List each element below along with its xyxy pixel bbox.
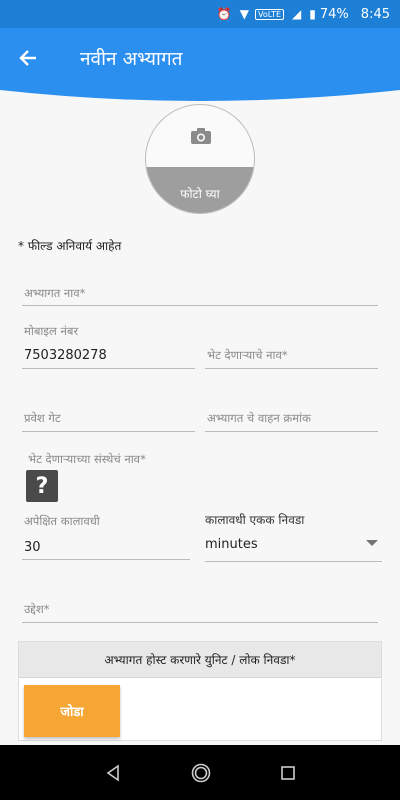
host-name-label: भेट देणाऱ्याचे नाव* — [207, 348, 288, 362]
back-arrow-icon[interactable] — [0, 28, 56, 88]
visitor-name-field[interactable]: अभ्यागत नाव* — [22, 282, 378, 306]
duration-unit-value: minutes — [205, 537, 258, 552]
page-title: नवीन अभ्यागत — [80, 48, 183, 70]
vehicle-number-label: अभ्यागत चे वाहन क्रमांक — [207, 411, 311, 425]
entry-gate-field[interactable]: प्रवेश गेट — [22, 407, 195, 432]
volte-badge: VoLTE — [255, 8, 285, 20]
required-note: * फील्ड अनिवार्य आहेत — [18, 239, 122, 253]
camera-icon — [191, 128, 211, 144]
help-icon[interactable]: ? — [26, 470, 58, 502]
battery-percent: 74% — [319, 6, 349, 22]
photo-label: फोटो घ्या — [146, 167, 254, 213]
vehicle-number-field[interactable]: अभ्यागत चे वाहन क्रमांक — [205, 407, 378, 432]
purpose-field[interactable]: उद्देश* — [22, 598, 378, 623]
purpose-label: उद्देश* — [24, 602, 50, 616]
dropdown-caret-icon — [366, 540, 378, 546]
home-nav-icon[interactable] — [190, 762, 212, 784]
duration-unit-select[interactable]: minutes — [205, 530, 382, 562]
battery-icon: ▮ — [309, 7, 316, 21]
entry-gate-label: प्रवेश गेट — [24, 411, 61, 425]
expected-duration-field[interactable]: अपेक्षित कालावधी 30 — [22, 512, 190, 560]
mobile-label: मोबाइल नंबर — [24, 324, 79, 338]
duration-unit-label: कालावधी एकक निवडा — [205, 513, 305, 527]
app-bar: नवीन अभ्यागत — [0, 28, 400, 88]
signal-icon: ◢ — [292, 7, 302, 21]
clock: 8:45 — [360, 6, 390, 22]
expected-duration-value: 30 — [24, 540, 41, 555]
host-panel: अभ्यागत होस्ट करणारे युनिट / लोक निवडा* … — [18, 641, 382, 741]
visitor-name-label: अभ्यागत नाव* — [24, 286, 86, 300]
org-name-label: भेट देणाऱ्याच्या संस्थेचं नाव* — [28, 452, 146, 466]
wifi-icon: ▼ — [239, 7, 249, 21]
take-photo-button[interactable]: फोटो घ्या — [145, 104, 255, 214]
navigation-bar — [0, 745, 400, 800]
host-name-field[interactable]: भेट देणाऱ्याचे नाव* — [205, 344, 378, 369]
expected-duration-label: अपेक्षित कालावधी — [24, 514, 100, 528]
mobile-value: 7503280278 — [24, 348, 107, 363]
status-bar: ⏰ ▼ VoLTE ◢ ▮ 74% 8:45 — [0, 0, 400, 28]
alarm-icon: ⏰ — [216, 7, 232, 21]
back-nav-icon[interactable] — [104, 763, 122, 782]
add-button[interactable]: जोडा — [24, 685, 120, 737]
host-panel-title: अभ्यागत होस्ट करणारे युनिट / लोक निवडा* — [19, 642, 381, 678]
recents-nav-icon[interactable] — [280, 765, 296, 781]
mobile-field[interactable]: मोबाइल नंबर 7503280278 — [22, 322, 195, 369]
